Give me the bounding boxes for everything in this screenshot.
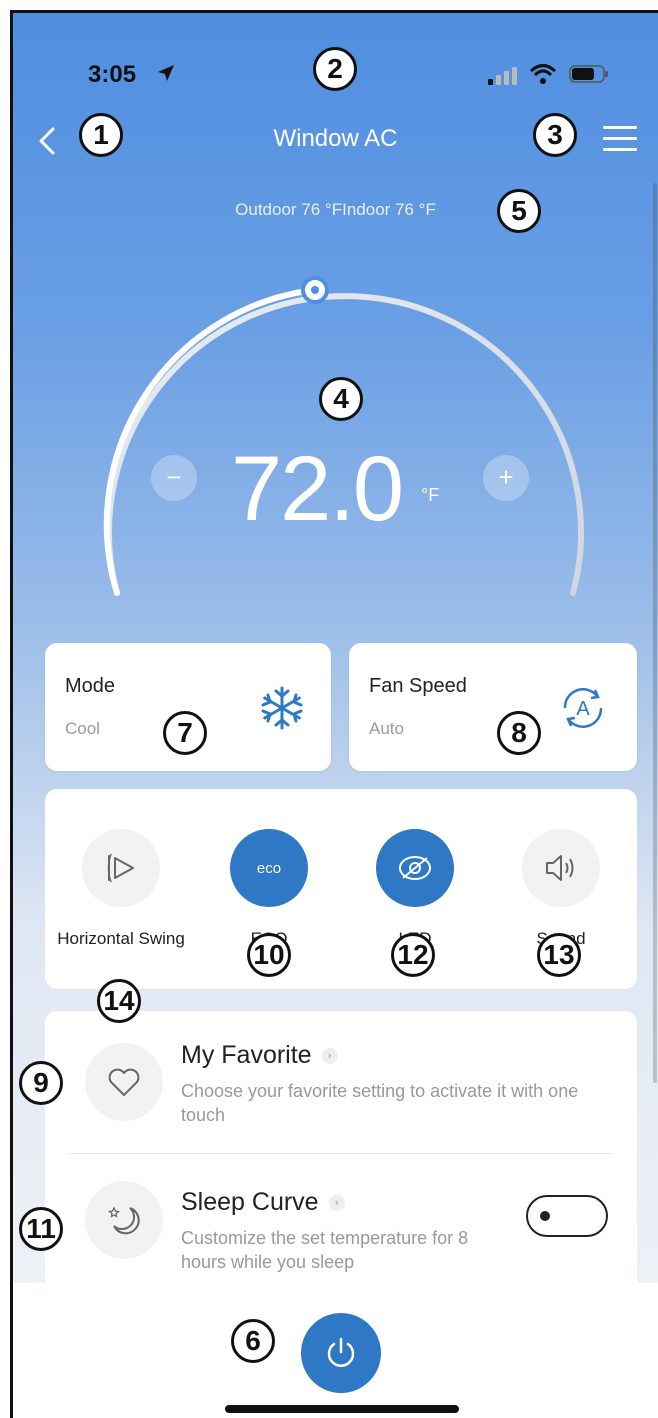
cellular-signal-icon: [488, 67, 517, 85]
hamburger-menu-icon[interactable]: [601, 123, 639, 155]
home-indicator[interactable]: [225, 1405, 459, 1413]
heart-icon: [108, 1068, 140, 1096]
sound-circle: [522, 829, 600, 907]
my-favorite-icon-circle: [85, 1043, 163, 1121]
callout-14: 14: [97, 979, 141, 1023]
sleep-curve-icon-circle: [85, 1181, 163, 1259]
callout-6: 6: [231, 1319, 275, 1363]
temperature-unit: °F: [421, 485, 440, 505]
indoor-temp: Indoor 76 °F: [342, 200, 436, 219]
power-button[interactable]: [301, 1313, 381, 1393]
callout-9: 9: [19, 1061, 63, 1105]
fan-speed-card[interactable]: Fan Speed Auto A: [349, 643, 637, 771]
snowflake-icon: [261, 686, 303, 730]
callout-7: 7: [163, 711, 207, 755]
callout-11: 11: [19, 1207, 63, 1251]
callout-4: 4: [319, 377, 363, 421]
auto-fan-icon: A: [563, 688, 603, 728]
wifi-icon: [530, 64, 556, 84]
my-favorite-row[interactable]: My Favorite › Choose your favorite settin…: [45, 1011, 637, 1153]
eco-icon: eco: [257, 860, 281, 877]
location-arrow-icon: [158, 65, 174, 81]
fan-speed-title: Fan Speed: [369, 675, 467, 697]
svg-text:A: A: [576, 698, 590, 720]
fan-speed-value: Auto: [369, 719, 404, 738]
horizontal-swing-label: Horizontal Swing: [57, 929, 185, 948]
horizontal-swing-icon: [107, 853, 134, 883]
callout-5: 5: [497, 189, 541, 233]
outdoor-temp: Outdoor 76 °F: [235, 200, 343, 219]
eco-circle: eco: [230, 829, 308, 907]
callout-13: 13: [537, 933, 581, 977]
callout-8: 8: [497, 711, 541, 755]
temperature-readout: Outdoor 76 °FIndoor 76 °F: [13, 200, 658, 220]
toggle-knob: [540, 1211, 550, 1221]
sleep-curve-title: Sleep Curve ›: [181, 1188, 345, 1217]
callout-2: 2: [313, 47, 357, 91]
sleep-curve-title-text: Sleep Curve: [181, 1188, 319, 1216]
led-icon: [399, 856, 431, 880]
status-time: 3:05: [88, 61, 137, 88]
phone-screen: 3:05 Window AC Outdoor 76 °FIndoor 76 °F…: [10, 10, 658, 1418]
sleep-curve-desc: Customize the set temperature for 8 hour…: [181, 1228, 469, 1272]
callout-1: 1: [79, 113, 123, 157]
horizontal-swing-button[interactable]: Horizontal Swing: [51, 829, 191, 951]
callout-3: 3: [533, 113, 577, 157]
my-favorite-desc: Choose your favorite setting to activate…: [181, 1081, 579, 1125]
battery-icon: [569, 65, 608, 83]
horizontal-swing-circle: [82, 829, 160, 907]
led-circle: [376, 829, 454, 907]
chevron-right-icon: ›: [328, 1195, 345, 1212]
decrease-temp-button[interactable]: −: [151, 455, 197, 501]
scroll-indicator[interactable]: [653, 183, 657, 1083]
power-icon: [327, 1337, 355, 1367]
sleep-curve-toggle[interactable]: [526, 1195, 608, 1237]
my-favorite-title: My Favorite ›: [181, 1041, 338, 1070]
chevron-right-icon: ›: [321, 1048, 338, 1065]
mode-value: Cool: [65, 719, 100, 738]
my-favorite-title-text: My Favorite: [181, 1041, 312, 1069]
mode-title: Mode: [65, 675, 116, 697]
callout-12: 12: [391, 933, 435, 977]
bottom-bar: [13, 1283, 658, 1418]
sound-icon: [546, 855, 574, 881]
moon-star-icon: [107, 1206, 140, 1235]
set-temperature: 72.0: [231, 438, 404, 540]
feature-list: My Favorite › Choose your favorite settin…: [45, 1011, 637, 1311]
increase-temp-button[interactable]: +: [483, 455, 529, 501]
svg-text:eco: eco: [257, 860, 281, 877]
callout-10: 10: [247, 933, 291, 977]
